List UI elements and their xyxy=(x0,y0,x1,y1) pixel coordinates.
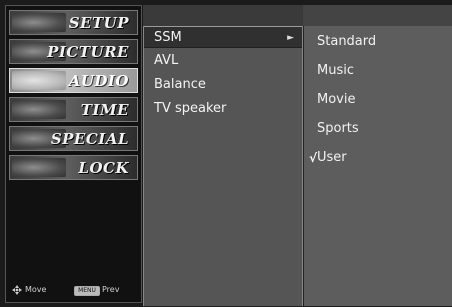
prev-hint-label: Prev xyxy=(102,285,120,294)
category-audio[interactable]: AUDIO xyxy=(9,68,138,93)
options-header-strip xyxy=(303,5,452,26)
move-arrows-icon xyxy=(12,285,22,295)
option-label: Sports xyxy=(317,121,359,136)
category-sidebar: SETUP PICTURE AUDIO TIME SPECIAL LOCK Mo… xyxy=(5,5,142,303)
submenu-item-label: AVL xyxy=(154,53,179,68)
option-music[interactable]: Music xyxy=(304,60,450,82)
ssm-options-panel: Standard Music Movie Sports √ User xyxy=(303,26,452,306)
submenu-item-label: TV speaker xyxy=(154,101,227,116)
time-thumbnail-icon xyxy=(12,100,66,119)
option-movie[interactable]: Movie xyxy=(304,89,450,111)
option-label: User xyxy=(317,150,347,165)
lock-thumbnail-icon xyxy=(12,158,66,177)
category-picture[interactable]: PICTURE xyxy=(9,39,138,64)
submenu-item-balance[interactable]: Balance xyxy=(144,74,302,96)
category-label: PICTURE xyxy=(47,43,129,61)
submenu-item-avl[interactable]: AVL xyxy=(144,50,302,72)
category-label: TIME xyxy=(80,101,129,119)
checkmark-icon: √ xyxy=(309,151,318,165)
navigation-hint-bar: Move MENU Prev xyxy=(12,283,137,297)
category-label: SETUP xyxy=(68,14,129,32)
audio-thumbnail-icon xyxy=(12,71,66,90)
audio-submenu: SSM ► AVL Balance TV speaker xyxy=(143,26,303,306)
submenu-item-label: Balance xyxy=(154,77,206,92)
category-label: AUDIO xyxy=(68,72,129,90)
option-standard[interactable]: Standard xyxy=(304,31,450,53)
menu-key-icon: MENU xyxy=(74,286,100,296)
setup-thumbnail-icon xyxy=(12,13,66,32)
move-hint-label: Move xyxy=(25,285,47,294)
category-label: SPECIAL xyxy=(50,130,129,148)
option-label: Music xyxy=(317,63,354,78)
category-lock[interactable]: LOCK xyxy=(9,155,138,180)
submenu-item-ssm[interactable]: SSM ► xyxy=(144,26,302,48)
category-label: LOCK xyxy=(78,159,129,177)
submenu-item-tv-speaker[interactable]: TV speaker xyxy=(144,98,302,120)
submenu-item-label: SSM xyxy=(154,30,182,45)
option-label: Movie xyxy=(317,92,356,107)
category-special[interactable]: SPECIAL xyxy=(9,126,138,151)
option-label: Standard xyxy=(317,34,377,49)
option-sports[interactable]: Sports xyxy=(304,118,450,140)
category-time[interactable]: TIME xyxy=(9,97,138,122)
submenu-header-strip xyxy=(143,5,303,26)
category-setup[interactable]: SETUP xyxy=(9,10,138,35)
osd-menu-screen: SETUP PICTURE AUDIO TIME SPECIAL LOCK Mo… xyxy=(0,0,452,307)
right-arrow-icon: ► xyxy=(287,33,294,43)
option-user[interactable]: √ User xyxy=(304,147,450,169)
